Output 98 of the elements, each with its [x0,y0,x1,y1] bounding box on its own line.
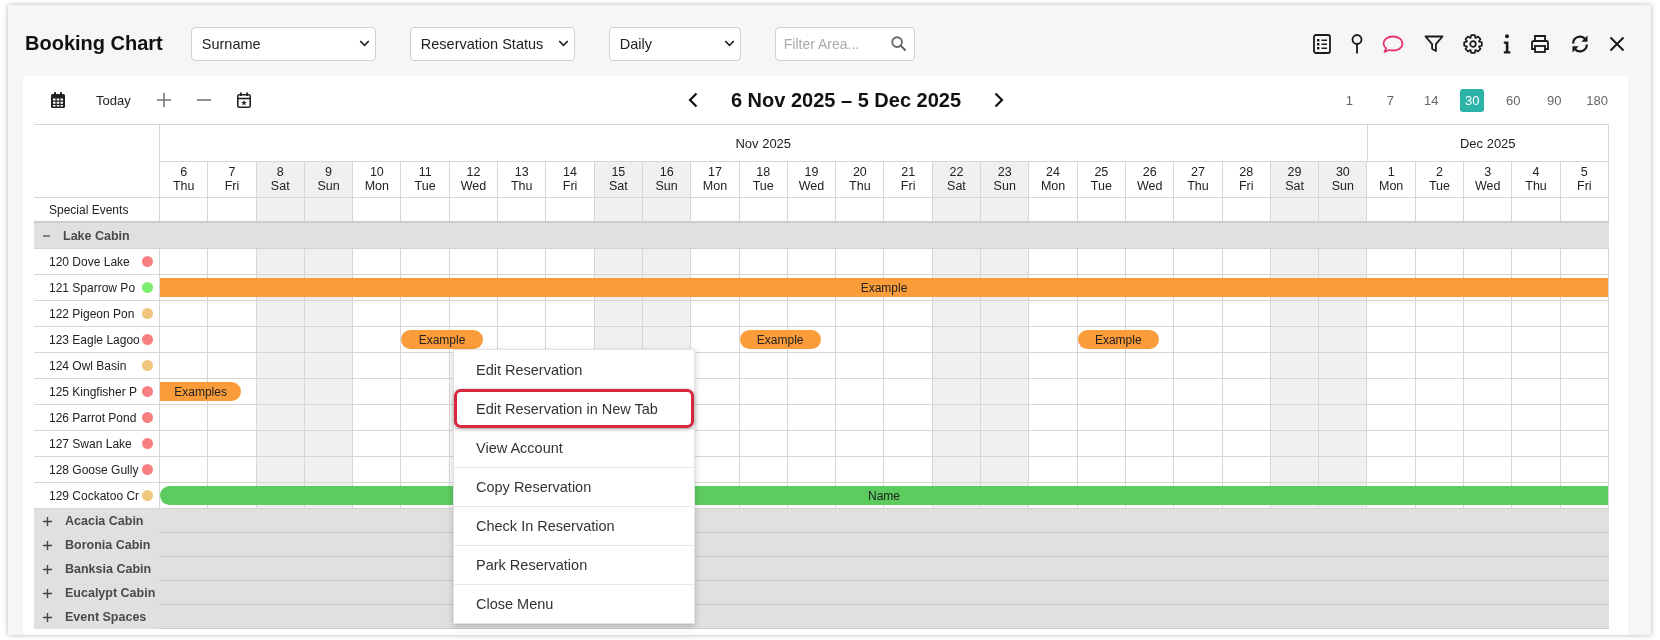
day-heading: 15 Sat [593,162,642,197]
group-name: Boronia Cabin [65,538,151,552]
group-name: Eucalypt Cabin [65,586,156,600]
chevron-right-icon[interactable] [994,92,1005,108]
plus-icon[interactable] [43,588,52,598]
plus-icon[interactable] [43,564,52,574]
range-option[interactable]: 7 [1378,88,1403,112]
booking-bar[interactable]: Example [401,330,483,349]
range-option[interactable]: 1 [1337,88,1362,112]
close-icon[interactable] [1609,35,1625,52]
group-name: Banksia Cabin [65,562,152,576]
day-heading: 2 Tue [1414,162,1464,197]
filter-field[interactable]: Filter Area... [774,26,915,61]
chevron-left-icon[interactable] [687,92,698,108]
room-name: 127 Swan Lake [49,436,132,451]
info-icon[interactable] [1502,33,1511,54]
day-heading: 26 Wed [1125,162,1174,197]
plus-icon[interactable] [43,612,52,622]
day-heading: 14 Fri [545,162,594,197]
plus-icon[interactable] [43,516,52,526]
day-heading: 19 Wed [786,162,836,197]
chevron-down-icon [723,40,735,47]
day-heading: 5 Fri [1559,162,1608,197]
plus-icon[interactable] [156,93,171,107]
range-option[interactable]: 90 [1542,88,1567,112]
range-option[interactable]: 60 [1501,88,1526,112]
day-heading: 30 Sun [1318,162,1367,197]
settings-icon[interactable] [1463,33,1483,54]
checklist-icon[interactable] [1313,33,1331,54]
day-heading: 4 Thu [1511,162,1560,197]
refresh-icon[interactable] [1569,33,1590,54]
day-heading: 3 Wed [1463,162,1512,197]
chevron-down-icon [358,40,370,47]
group-name: Acacia Cabin [65,514,144,528]
day-heading: 27 Thu [1173,162,1222,197]
day-heading: 16 Sun [642,162,691,197]
day-heading: 10 Mon [352,162,401,197]
day-heading: 21 Fri [883,162,932,197]
day-heading: 1 Mon [1366,162,1415,197]
day-heading: 17 Mon [690,162,739,197]
room-name: 128 Goose Gully [49,462,139,477]
day-heading: 12 Wed [448,162,498,197]
menu-item[interactable]: Edit Reservation in New Tab [454,389,694,428]
group-header[interactable]: Lake Cabin [34,223,1609,249]
menu-item[interactable]: Copy Reservation [454,467,694,506]
day-heading: 23 Sun [980,162,1029,197]
day-heading: 6 Thu [159,162,208,197]
range-option[interactable]: 180 [1583,88,1611,112]
today-button[interactable]: Today [96,92,131,108]
map-pin-icon[interactable] [1350,33,1363,54]
booking-bar[interactable]: Examples [160,382,242,401]
range-option[interactable]: 14 [1419,88,1444,112]
menu-item[interactable]: Park Reservation [454,545,694,584]
booking-bar[interactable]: Example [739,330,821,349]
booking-bar[interactable]: Example [1077,330,1159,349]
menu-item[interactable]: Edit Reservation [454,350,694,389]
room-name: 126 Parrot Pond [49,410,137,425]
day-heading: 7 Fri [207,162,256,197]
day-heading: 24 Mon [1028,162,1077,197]
day-heading: 9 Sun [303,162,353,197]
room-name: 121 Sparrow Po [49,280,136,295]
speech-bubble-icon[interactable] [1382,34,1404,53]
room-name: 122 Pigeon Pon [49,306,135,321]
day-heading: 18 Tue [738,162,787,197]
day-heading: 25 Tue [1076,162,1125,197]
dropdown[interactable]: Daily [608,26,741,61]
row-label: Special Events [48,202,129,217]
group-name: Lake Cabin [63,228,130,243]
page-title: Booking Chart [25,32,163,55]
dropdown[interactable]: Reservation Status [409,26,575,61]
filter-icon[interactable] [1423,34,1444,53]
print-icon[interactable] [1530,34,1550,53]
room-name: 129 Cockatoo Cr [49,488,140,503]
day-heading: 22 Sat [931,162,981,197]
day-heading: 29 Sat [1269,162,1319,197]
room-name: 125 Kingfisher P [49,384,138,399]
day-heading: 8 Sat [255,162,304,197]
dropdown[interactable]: Surname [190,26,376,61]
chevron-down-icon [557,40,569,47]
menu-item[interactable]: View Account [454,428,694,467]
menu-item[interactable]: Close Menu [454,584,694,623]
day-heading: 11 Tue [400,162,449,197]
date-range-title: 6 Nov 2025 – 5 Dec 2025 [730,88,962,112]
day-heading: 13 Thu [497,162,546,197]
menu-item[interactable]: Check In Reservation [454,506,694,545]
month-heading: Dec 2025 [1366,125,1608,162]
search-icon [890,36,906,51]
minus-icon[interactable] [196,99,211,101]
booking-bar[interactable]: Example [160,278,1608,297]
room-name: 123 Eagle Lagoo [49,332,140,347]
group-name: Event Spaces [65,610,147,624]
day-heading: 28 Fri [1221,162,1270,197]
minus-icon[interactable] [43,234,50,237]
room-name: 120 Dove Lake [49,254,130,269]
plus-icon[interactable] [43,540,52,550]
day-heading: 20 Thu [835,162,884,197]
calendar-icon[interactable] [51,92,65,108]
room-name: 124 Owl Basin [49,358,127,373]
